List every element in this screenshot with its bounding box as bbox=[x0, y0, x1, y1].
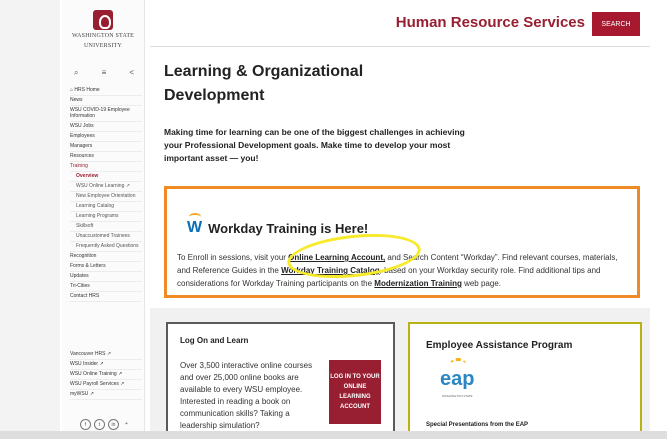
eap-logo-subtitle: WASHINGTON STATE bbox=[442, 394, 473, 398]
sidebar-link-payroll[interactable]: WSU Payroll Services ↗ bbox=[70, 380, 142, 390]
sidebar-item-training[interactable]: Training bbox=[70, 162, 142, 172]
sidebar-link-mywsu[interactable]: myWSU ↗ bbox=[70, 390, 142, 400]
eap-logo[interactable]: eap WASHINGTON STATE bbox=[440, 358, 480, 402]
share-icon[interactable]: < bbox=[129, 68, 134, 78]
sidebar-subitem-faq[interactable]: Frequently Asked Questions bbox=[70, 242, 142, 252]
sidebar-subitem-orientation[interactable]: New Employee Orientation bbox=[70, 192, 142, 202]
sidebar-nav: ⌂ HRS Home News WSU COVID-19 Employee In… bbox=[70, 86, 142, 302]
sidebar-item-managers[interactable]: Managers bbox=[70, 142, 142, 152]
site-header: Human Resource Services SEARCH bbox=[150, 8, 650, 38]
sidebar-item-recognition[interactable]: Recognition bbox=[70, 252, 142, 262]
sidebar-item-contact[interactable]: Contact HRS bbox=[70, 292, 142, 302]
sidebar-subitem-trainees[interactable]: Unaccustomed Trainees bbox=[70, 232, 142, 242]
linkedin-icon[interactable]: in bbox=[108, 419, 119, 430]
eap-title: Employee Assistance Program bbox=[426, 340, 573, 351]
search-icon[interactable]: ⌕ bbox=[74, 68, 78, 78]
sidebar-item-covid[interactable]: WSU COVID-19 Employee Information bbox=[70, 106, 142, 122]
site-title[interactable]: Human Resource Services bbox=[396, 14, 585, 31]
log-in-online-learning-button[interactable]: LOG IN TO YOUR ONLINE LEARNING ACCOUNT bbox=[329, 360, 381, 424]
sidebar-item-updates[interactable]: Updates bbox=[70, 272, 142, 282]
os-taskbar bbox=[0, 431, 667, 439]
sidebar-subitem-catalog[interactable]: Learning Catalog bbox=[70, 202, 142, 212]
sidebar-item-jobs[interactable]: WSU Jobs bbox=[70, 122, 142, 132]
sidebar-item-tri-cities[interactable]: Tri-Cities bbox=[70, 282, 142, 292]
log-on-and-learn-card: Log On and Learn Over 3,500 interactive … bbox=[166, 322, 395, 439]
facebook-icon[interactable]: f bbox=[80, 419, 91, 430]
workday-title: Workday Training is Here! bbox=[208, 220, 369, 236]
log-on-description: Over 3,500 interactive online courses an… bbox=[180, 361, 313, 430]
plus-icon[interactable]: + bbox=[122, 419, 131, 428]
eap-logo-text: eap bbox=[440, 368, 475, 390]
logo-line-2: UNIVERSITY bbox=[84, 43, 122, 49]
sidebar-item-home[interactable]: ⌂ HRS Home bbox=[70, 86, 142, 96]
sidebar-link-vancouver[interactable]: Vancouver HRS ↗ bbox=[70, 350, 142, 360]
workday-training-callout: W Workday Training is Here! To Enroll in… bbox=[164, 186, 640, 298]
sidebar-item-employees[interactable]: Employees bbox=[70, 132, 142, 142]
browser-page: WASHINGTON STATE UNIVERSITY ⌕ ≡ < ⌂ HRS … bbox=[0, 0, 667, 439]
page-title: Learning & Organizational Development bbox=[164, 63, 364, 104]
header-divider bbox=[150, 46, 650, 47]
search-button[interactable]: SEARCH bbox=[592, 12, 640, 36]
employee-assistance-card: Employee Assistance Program eap WASHINGT… bbox=[408, 322, 642, 439]
sidebar-subitem-skillsoft[interactable]: Skillsoft bbox=[70, 222, 142, 232]
workday-logo-icon: W bbox=[187, 213, 202, 237]
cougar-head-icon bbox=[93, 10, 113, 30]
sidebar-item-news[interactable]: News bbox=[70, 96, 142, 106]
sidebar-item-resources[interactable]: Resources bbox=[70, 152, 142, 162]
left-gutter bbox=[0, 0, 60, 439]
logo-line-1: WASHINGTON STATE bbox=[71, 33, 135, 39]
wsu-logo[interactable]: WASHINGTON STATE UNIVERSITY bbox=[62, 10, 144, 50]
twitter-icon[interactable]: t bbox=[94, 419, 105, 430]
sidebar-external-links: Vancouver HRS ↗ WSU Insider ↗ WSU Online… bbox=[70, 350, 142, 400]
menu-icon[interactable]: ≡ bbox=[102, 68, 107, 78]
modernization-training-link[interactable]: Modernization Training bbox=[374, 279, 462, 288]
sidebar-tools: ⌕ ≡ < bbox=[74, 68, 134, 78]
workday-heading: W Workday Training is Here! bbox=[187, 213, 369, 237]
sidebar: WASHINGTON STATE UNIVERSITY ⌕ ≡ < ⌂ HRS … bbox=[62, 0, 145, 439]
social-links: f t in + bbox=[80, 419, 131, 430]
sidebar-subitem-online-learning[interactable]: WSU Online Learning ↗ bbox=[70, 182, 142, 192]
eap-presentations-heading[interactable]: Special Presentations from the EAP bbox=[426, 422, 528, 428]
sidebar-subitem-programs[interactable]: Learning Programs bbox=[70, 212, 142, 222]
sidebar-item-forms[interactable]: Forms & Letters bbox=[70, 262, 142, 272]
log-on-title: Log On and Learn bbox=[180, 336, 249, 345]
sidebar-subitem-overview[interactable]: Overview bbox=[70, 172, 142, 182]
intro-text: Making time for learning can be one of t… bbox=[164, 127, 465, 163]
sidebar-link-insider[interactable]: WSU Insider ↗ bbox=[70, 360, 142, 370]
sidebar-link-online-training[interactable]: WSU Online Training ↗ bbox=[70, 370, 142, 380]
